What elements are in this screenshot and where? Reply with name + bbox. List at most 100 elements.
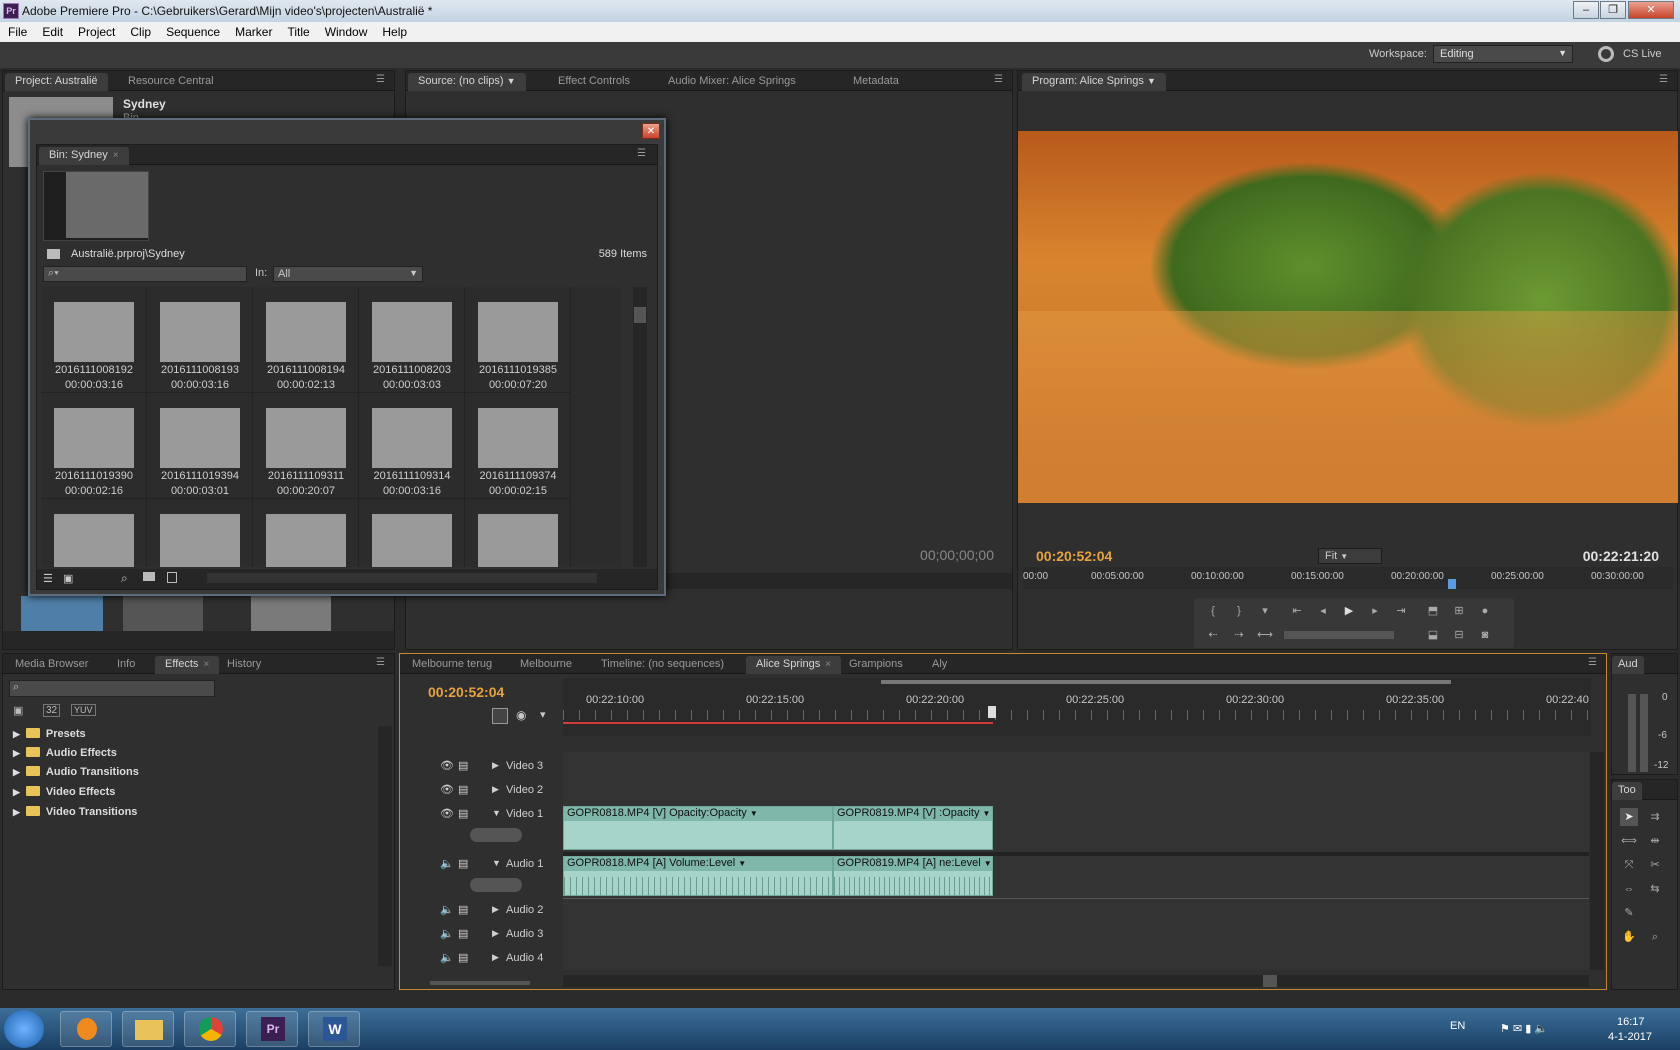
add-marker-icon[interactable]: ▾: [540, 708, 546, 721]
sync-lock-icon[interactable]: ▤: [458, 903, 468, 916]
bin-item[interactable]: 2016111019394 00:00:03:01: [147, 393, 253, 499]
zoom-tool-icon[interactable]: ⌕: [1646, 928, 1664, 946]
menu-title[interactable]: Title: [279, 22, 316, 39]
sync-lock-icon[interactable]: ▤: [458, 927, 468, 940]
word-taskbar-icon[interactable]: W: [308, 1011, 360, 1047]
scrollbar-thumb[interactable]: [634, 307, 646, 323]
tab-info[interactable]: Info: [107, 656, 145, 674]
chevron-right-icon[interactable]: ▶: [492, 760, 499, 771]
workspace-select[interactable]: Editing ▼: [1433, 45, 1573, 63]
project-thumbnail-2[interactable]: [123, 596, 203, 632]
find-icon[interactable]: ⌕: [121, 571, 128, 586]
trim-icon[interactable]: ⊟: [1450, 626, 1468, 644]
playhead-icon[interactable]: [988, 706, 996, 718]
lift-icon[interactable]: ⬒: [1424, 602, 1442, 620]
go-to-in-icon[interactable]: ⇤: [1288, 602, 1306, 620]
track-select-tool-icon[interactable]: ⇉: [1646, 808, 1664, 826]
chevron-right-icon[interactable]: ▶: [492, 784, 499, 795]
timeline-horizontal-scrollbar[interactable]: [563, 975, 1589, 987]
close-bin-button[interactable]: ✕: [642, 123, 660, 139]
program-time-ruler[interactable]: 00:00 00:05:00:00 00:10:00:00 00:15:00:0…: [1023, 567, 1673, 589]
cs-live-label[interactable]: CS Live: [1623, 48, 1662, 60]
panel-menu-icon[interactable]: ☰: [376, 658, 390, 668]
audio-clip-gopr0818[interactable]: GOPR0818.MP4 [A] Volume:Level ▼: [563, 856, 833, 896]
rate-stretch-tool-icon[interactable]: ⤧: [1620, 856, 1638, 874]
bin-vertical-scrollbar[interactable]: [633, 287, 647, 567]
playhead-icon[interactable]: [1448, 579, 1456, 589]
set-encore-marker-icon[interactable]: ◉: [516, 708, 526, 722]
clock-date[interactable]: 4-1-2017: [1608, 1031, 1652, 1043]
pen-tool-icon[interactable]: ✎: [1620, 904, 1638, 922]
bin-item[interactable]: [359, 499, 465, 567]
tab-history[interactable]: History: [217, 656, 271, 674]
bin-item[interactable]: 2016111109311 00:00:20:07: [253, 393, 359, 499]
extract-icon[interactable]: ⬓: [1424, 626, 1442, 644]
media-player-taskbar-icon[interactable]: [60, 1011, 112, 1047]
project-thumbnail-1[interactable]: [21, 596, 103, 632]
speaker-icon[interactable]: 🔈: [440, 903, 454, 916]
menu-help[interactable]: Help: [374, 22, 414, 39]
premiere-taskbar-icon[interactable]: Pr: [246, 1011, 298, 1047]
jog-shuttle[interactable]: [1284, 631, 1394, 639]
keyframe-nav[interactable]: [470, 878, 522, 892]
tree-video-effects[interactable]: ▶ Video Effects: [13, 786, 115, 804]
speaker-icon[interactable]: 🔈: [440, 857, 454, 870]
play-icon[interactable]: ▶: [1340, 602, 1358, 620]
tree-video-transitions[interactable]: ▶ Video Transitions: [13, 806, 137, 824]
slip-tool-icon[interactable]: ⇔: [1620, 880, 1638, 898]
cs-live-icon[interactable]: [1598, 46, 1614, 62]
tab-resource-central[interactable]: Resource Central: [118, 73, 224, 91]
tab-audio-meters[interactable]: Aud: [1612, 656, 1644, 674]
step-forward-icon[interactable]: ▸: [1366, 602, 1384, 620]
tab-tools[interactable]: Too: [1612, 782, 1642, 800]
chevron-right-icon[interactable]: ▶: [492, 928, 499, 939]
chevron-right-icon[interactable]: ▶: [492, 904, 499, 915]
bin-item[interactable]: 2016111008194 00:00:02:13: [253, 287, 359, 393]
output-icon[interactable]: ●: [1476, 602, 1494, 620]
sync-lock-icon[interactable]: ▤: [458, 759, 468, 772]
bin-item[interactable]: 2016111008192 00:00:03:16: [41, 287, 147, 393]
razor-tool-icon[interactable]: ✂: [1646, 856, 1664, 874]
menu-project[interactable]: Project: [70, 22, 122, 39]
bin-item[interactable]: 2016111019390 00:00:02:16: [41, 393, 147, 499]
chevron-down-icon[interactable]: ▼: [983, 809, 991, 818]
bin-item[interactable]: [41, 499, 147, 567]
bin-item[interactable]: 2016111008203 00:00:03:03: [359, 287, 465, 393]
tab-aly[interactable]: Aly: [922, 656, 957, 674]
bin-item[interactable]: 2016111109314 00:00:03:16: [359, 393, 465, 499]
timeline-zoom-slider[interactable]: [430, 981, 530, 985]
bin-horizontal-scrollbar[interactable]: [207, 573, 597, 583]
start-button[interactable]: [4, 1010, 44, 1048]
snap-icon[interactable]: [492, 708, 508, 724]
sync-lock-icon[interactable]: ▤: [458, 783, 468, 796]
source-timecode[interactable]: 00;00;00;00: [920, 547, 994, 563]
list-view-icon[interactable]: ☰: [43, 572, 53, 585]
tab-effect-controls[interactable]: Effect Controls: [548, 73, 640, 91]
timeline-vertical-scrollbar[interactable]: [1590, 752, 1604, 970]
effects-scrollbar[interactable]: [378, 726, 392, 966]
bin-item[interactable]: 2016111008193 00:00:03:16: [147, 287, 253, 393]
tree-audio-effects[interactable]: ▶ Audio Effects: [13, 747, 117, 765]
bin-item[interactable]: [465, 499, 571, 567]
tab-bin-sydney[interactable]: Bin: Sydney ×: [39, 147, 129, 165]
mark-out-icon[interactable]: }: [1230, 602, 1248, 620]
language-indicator[interactable]: EN: [1450, 1020, 1465, 1032]
video-clip-gopr0819[interactable]: GOPR0819.MP4 [V] :Opacity ▼: [833, 806, 993, 850]
chrome-taskbar-icon[interactable]: [184, 1011, 236, 1047]
panel-menu-icon[interactable]: ☰: [637, 149, 651, 159]
maximize-button[interactable]: ❐: [1600, 1, 1626, 19]
tab-project[interactable]: Project: Australië: [5, 73, 108, 91]
go-to-prev-edit-icon[interactable]: ⇠: [1204, 626, 1222, 644]
export-frame-icon[interactable]: ◙: [1476, 626, 1494, 644]
menu-edit[interactable]: Edit: [34, 22, 70, 39]
safe-margins-icon[interactable]: ⊞: [1450, 602, 1468, 620]
new-bin-icon[interactable]: [143, 572, 155, 581]
minimize-button[interactable]: –: [1573, 1, 1599, 19]
speaker-icon[interactable]: 🔈: [440, 951, 454, 964]
eye-icon[interactable]: 👁: [440, 783, 454, 796]
slide-tool-icon[interactable]: ⇆: [1646, 880, 1664, 898]
ripple-edit-tool-icon[interactable]: ⟺: [1620, 832, 1638, 850]
selection-tool-icon[interactable]: ➤: [1620, 808, 1638, 826]
tab-source[interactable]: Source: (no clips) ▼: [408, 73, 526, 91]
tree-presets[interactable]: ▶ Presets: [13, 728, 86, 746]
